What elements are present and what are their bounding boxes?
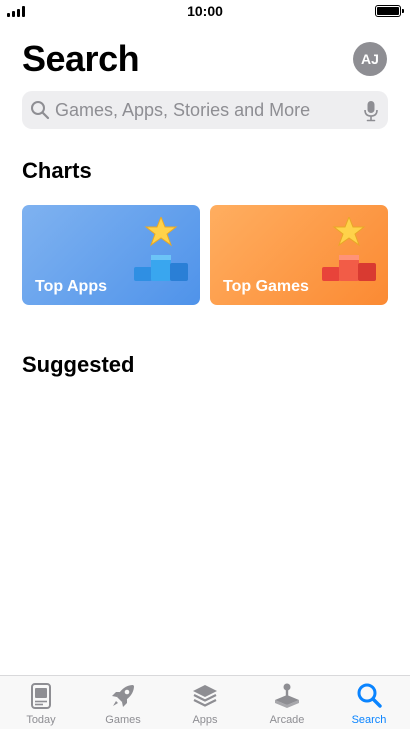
stack-icon: [193, 685, 217, 707]
tab-bar: Today Games Apps Arcade Search: [0, 675, 410, 729]
today-icon: [31, 683, 51, 709]
tab-search[interactable]: Search: [328, 676, 410, 729]
microphone-icon[interactable]: [364, 100, 378, 122]
suggested-heading: Suggested: [22, 352, 135, 377]
tab-today[interactable]: Today: [0, 676, 82, 729]
tab-apps-label: Apps: [192, 714, 218, 726]
search-icon: [357, 683, 382, 708]
tab-apps[interactable]: Apps: [164, 676, 246, 729]
tab-games[interactable]: Games: [82, 676, 164, 729]
top-games-card[interactable]: Top Games: [210, 205, 388, 305]
tab-arcade[interactable]: Arcade: [246, 676, 328, 729]
top-apps-label: Top Apps: [35, 278, 107, 295]
status-time: 10:00: [187, 3, 223, 19]
charts-heading: Charts: [22, 158, 92, 183]
tab-search-label: Search: [351, 714, 387, 726]
tab-games-label: Games: [105, 714, 141, 726]
search-bar[interactable]: [22, 91, 388, 129]
search-input[interactable]: [55, 91, 355, 129]
status-bar: 10:00: [0, 0, 410, 24]
account-avatar[interactable]: AJ: [353, 42, 387, 76]
tab-today-label: Today: [26, 714, 56, 726]
podium-star-icon: [134, 217, 188, 281]
top-games-label: Top Games: [223, 278, 309, 295]
rocket-icon: [112, 685, 134, 707]
joystick-icon: [275, 683, 299, 708]
battery-icon: [375, 5, 404, 17]
page-title: Search: [22, 38, 140, 79]
search-icon: [31, 101, 50, 120]
top-apps-card[interactable]: Top Apps: [22, 205, 200, 305]
podium-star-icon: [322, 217, 376, 281]
tab-arcade-label: Arcade: [269, 714, 305, 726]
